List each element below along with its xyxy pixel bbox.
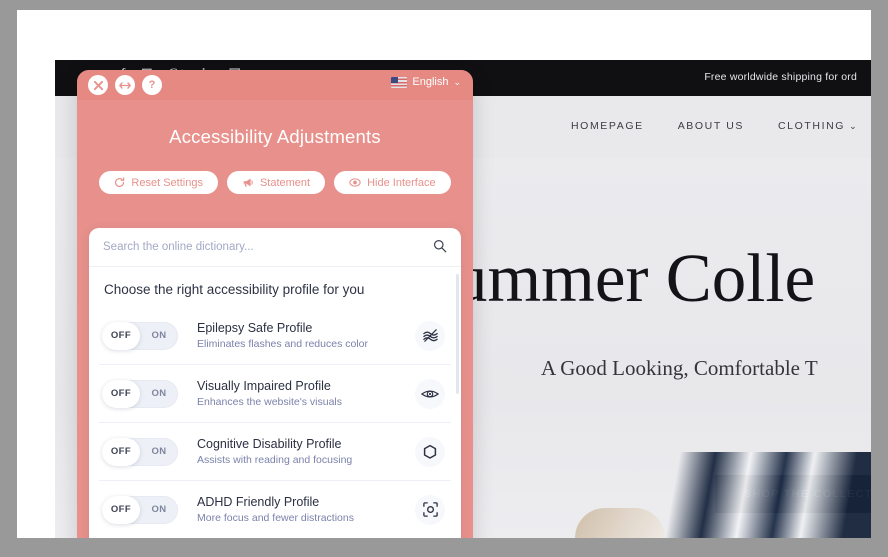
toggle-on-label[interactable]: ON [140, 388, 178, 399]
panel-actions: Reset Settings Statement Hide Interface [77, 171, 473, 194]
hero-title: ummer Colle [453, 240, 816, 316]
hexagon-icon [415, 436, 445, 467]
help-icon[interactable]: ? [142, 75, 162, 95]
accessibility-card: Choose the right accessibility profile f… [89, 228, 461, 538]
profile-row-epilepsy-safe[interactable]: OFF ON Epilepsy Safe Profile Eliminates … [99, 307, 451, 365]
profile-list: OFF ON Epilepsy Safe Profile Eliminates … [89, 307, 461, 538]
profile-text: Visually Impaired Profile Enhances the w… [197, 379, 415, 408]
search-icon[interactable] [433, 239, 447, 258]
panel-topbar: ? English ⌄ [77, 70, 473, 100]
profile-text: ADHD Friendly Profile More focus and few… [197, 495, 415, 524]
toggle-visually-impaired[interactable]: OFF ON [102, 379, 178, 408]
statement-label: Statement [259, 176, 311, 189]
eye-off-icon [349, 177, 361, 188]
hero-subtitle: A Good Looking, Comfortable T [541, 356, 818, 380]
toggle-cognitive-disability[interactable]: OFF ON [102, 437, 178, 466]
us-flag-icon [391, 76, 408, 88]
search-input[interactable] [103, 241, 413, 253]
shipping-banner-text: Free worldwide shipping for ord [704, 71, 857, 83]
profile-row-adhd-friendly[interactable]: OFF ON ADHD Friendly Profile More focus … [99, 481, 451, 538]
nav-item-clothing[interactable]: CLOTHING ⌄ [778, 120, 858, 132]
toggle-off-label[interactable]: OFF [102, 437, 140, 466]
epilepsy-waves-icon [415, 320, 445, 351]
profile-row-visually-impaired[interactable]: OFF ON Visually Impaired Profile Enhance… [99, 365, 451, 423]
reset-settings-label: Reset Settings [131, 176, 203, 189]
toggle-adhd-friendly[interactable]: OFF ON [102, 495, 178, 524]
nav-item-clothing-label: CLOTHING [778, 120, 846, 132]
hide-interface-button[interactable]: Hide Interface [334, 171, 451, 194]
language-label: English [412, 76, 449, 88]
profile-desc: Eliminates flashes and reduces color [197, 338, 369, 350]
toggle-epilepsy-safe[interactable]: OFF ON [102, 321, 178, 350]
browser-page: f ✉ G+ in ▣ Free worldwide shipping for … [17, 10, 871, 538]
chevron-down-icon: ⌄ [453, 76, 461, 87]
card-heading: Choose the right accessibility profile f… [104, 282, 365, 297]
panel-title: Accessibility Adjustments [169, 126, 381, 147]
profile-desc: Assists with reading and focusing [197, 454, 353, 466]
toggle-off-label[interactable]: OFF [102, 495, 140, 524]
help-icon-glyph: ? [148, 78, 156, 91]
screen: f ✉ G+ in ▣ Free worldwide shipping for … [0, 0, 888, 557]
profile-desc: More focus and fewer distractions [197, 512, 354, 524]
hero-photo-bottom-right [531, 452, 871, 538]
chevron-down-icon: ⌄ [849, 121, 859, 131]
profile-row-cognitive-disability[interactable]: OFF ON Cognitive Disability Profile Assi… [99, 423, 451, 481]
profile-name: ADHD Friendly Profile [197, 495, 320, 509]
profile-desc: Enhances the website's visuals [197, 396, 343, 408]
toggle-off-label[interactable]: OFF [102, 321, 140, 350]
profile-name: Epilepsy Safe Profile [197, 321, 313, 335]
accessibility-panel: ? English ⌄ Accessibility Adjustments Re… [77, 70, 473, 538]
nav-links: HOMEPAGE ABOUT US CLOTHING ⌄ [571, 120, 858, 132]
focus-target-icon [415, 494, 445, 525]
toggle-on-label[interactable]: ON [140, 446, 178, 457]
search-row [89, 228, 461, 267]
profile-name: Visually Impaired Profile [197, 379, 331, 393]
language-selector[interactable]: English ⌄ [391, 76, 461, 88]
card-scrollbar[interactable] [456, 274, 459, 394]
toggle-on-label[interactable]: ON [140, 330, 178, 341]
hide-interface-label: Hide Interface [367, 176, 436, 189]
move-resize-icon[interactable] [115, 75, 135, 95]
profile-text: Epilepsy Safe Profile Eliminates flashes… [197, 321, 415, 350]
megaphone-icon [242, 177, 254, 188]
close-icon[interactable] [88, 75, 108, 95]
toggle-on-label[interactable]: ON [140, 504, 178, 515]
profile-text: Cognitive Disability Profile Assists wit… [197, 437, 415, 466]
nav-item-homepage[interactable]: HOMEPAGE [571, 120, 644, 132]
refresh-icon [114, 177, 125, 188]
reset-settings-button[interactable]: Reset Settings [99, 171, 218, 194]
eye-icon [415, 378, 445, 409]
panel-topbar-icons: ? [88, 75, 162, 95]
nav-item-about-us[interactable]: ABOUT US [678, 120, 744, 132]
toggle-off-label[interactable]: OFF [102, 379, 140, 408]
profile-name: Cognitive Disability Profile [197, 437, 342, 451]
statement-button[interactable]: Statement [226, 171, 326, 194]
